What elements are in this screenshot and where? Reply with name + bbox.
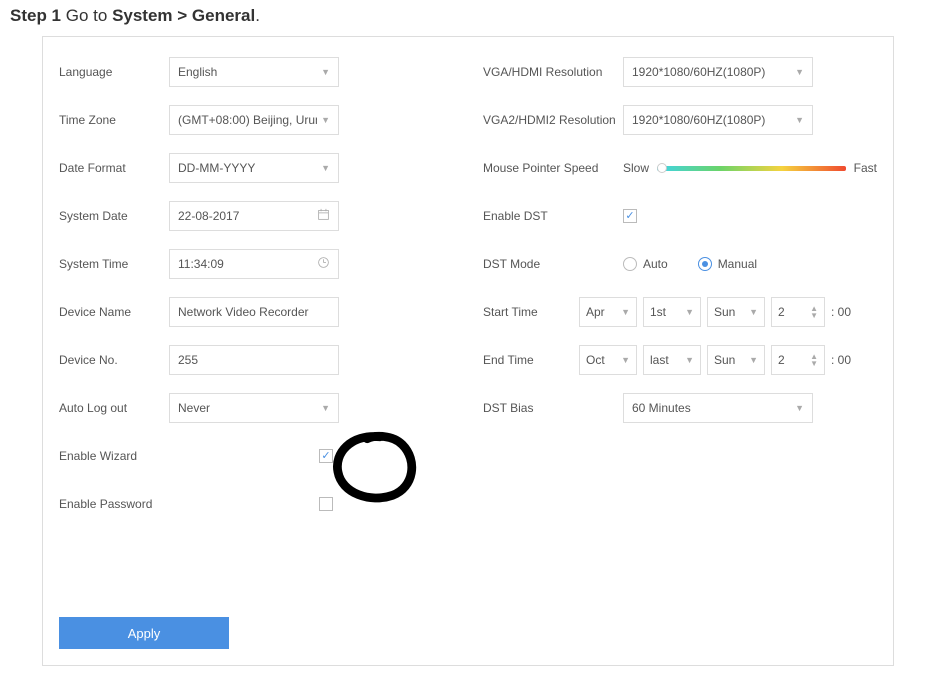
apply-button[interactable]: Apply [59,617,229,649]
enable-password-checkbox[interactable] [319,497,333,511]
chevron-down-icon: ▼ [795,115,804,125]
step-breadcrumb: System > General [112,6,255,25]
step-label: Step 1 [10,6,61,25]
system-time-label: System Time [59,257,169,271]
radio-icon [698,257,712,271]
timezone-label: Time Zone [59,113,169,127]
dst-mode-manual-radio[interactable]: Manual [698,257,757,271]
chevron-down-icon: ▼ [321,115,330,125]
start-time-label: Start Time [483,305,579,319]
dst-bias-select[interactable]: 60 Minutes ▼ [623,393,813,423]
end-time-label: End Time [483,353,579,367]
radio-icon [623,257,637,271]
system-date-input[interactable]: 22-08-2017 [169,201,339,231]
mouse-speed-fast: Fast [854,161,877,175]
right-column: VGA/HDMI Resolution 1920*1080/60HZ(1080P… [483,57,877,649]
system-time-input[interactable]: 11:34:09 [169,249,339,279]
start-ordinal-select[interactable]: 1st▼ [643,297,701,327]
left-column: Language English ▼ Time Zone (GMT+08:00)… [59,57,453,649]
device-no-label: Device No. [59,353,169,367]
vga-hdmi-select[interactable]: 1920*1080/60HZ(1080P) ▼ [623,57,813,87]
chevron-down-icon: ▼ [321,67,330,77]
chevron-down-icon: ▼ [749,307,758,317]
enable-dst-label: Enable DST [483,209,623,223]
slider-thumb[interactable] [657,163,667,173]
chevron-down-icon: ▼ [321,403,330,413]
vga2-hdmi2-label: VGA2/HDMI2 Resolution [483,113,623,127]
chevron-down-icon: ▼ [321,163,330,173]
start-time-suffix: : 00 [831,305,851,319]
enable-wizard-label: Enable Wizard [59,449,169,463]
date-format-select[interactable]: DD-MM-YYYY ▼ [169,153,339,183]
start-hour-spinner[interactable]: 2▲▼ [771,297,825,327]
mouse-speed-slow: Slow [623,161,649,175]
enable-password-label: Enable Password [59,497,169,511]
dst-bias-label: DST Bias [483,401,623,415]
mouse-speed-slider[interactable] [657,166,846,171]
date-format-label: Date Format [59,161,169,175]
end-hour-spinner[interactable]: 2▲▼ [771,345,825,375]
settings-panel: Language English ▼ Time Zone (GMT+08:00)… [42,36,894,666]
step-text1: Go to [61,6,112,25]
timezone-select[interactable]: (GMT+08:00) Beijing, Urumqi ▼ [169,105,339,135]
end-ordinal-select[interactable]: last▼ [643,345,701,375]
step-text2: . [255,6,260,25]
dst-mode-auto-radio[interactable]: Auto [623,257,668,271]
spinner-arrows-icon: ▲▼ [810,305,818,319]
end-day-select[interactable]: Sun▼ [707,345,765,375]
start-day-select[interactable]: Sun▼ [707,297,765,327]
language-label: Language [59,65,169,79]
enable-dst-checkbox[interactable] [623,209,637,223]
calendar-icon [317,208,330,224]
chevron-down-icon: ▼ [795,67,804,77]
chevron-down-icon: ▼ [749,355,758,365]
device-no-input[interactable]: 255 [169,345,339,375]
step-header: Step 1 Go to System > General. [0,0,936,36]
vga2-hdmi2-select[interactable]: 1920*1080/60HZ(1080P) ▼ [623,105,813,135]
device-name-label: Device Name [59,305,169,319]
auto-logout-label: Auto Log out [59,401,169,415]
language-select[interactable]: English ▼ [169,57,339,87]
chevron-down-icon: ▼ [621,307,630,317]
device-name-input[interactable]: Network Video Recorder [169,297,339,327]
end-time-suffix: : 00 [831,353,851,367]
start-month-select[interactable]: Apr▼ [579,297,637,327]
enable-wizard-checkbox[interactable] [319,449,333,463]
auto-logout-select[interactable]: Never ▼ [169,393,339,423]
chevron-down-icon: ▼ [795,403,804,413]
chevron-down-icon: ▼ [685,355,694,365]
clock-icon [317,256,330,272]
system-date-label: System Date [59,209,169,223]
vga-hdmi-label: VGA/HDMI Resolution [483,65,623,79]
chevron-down-icon: ▼ [621,355,630,365]
end-month-select[interactable]: Oct▼ [579,345,637,375]
mouse-speed-label: Mouse Pointer Speed [483,161,623,175]
dst-mode-label: DST Mode [483,257,623,271]
spinner-arrows-icon: ▲▼ [810,353,818,367]
chevron-down-icon: ▼ [685,307,694,317]
